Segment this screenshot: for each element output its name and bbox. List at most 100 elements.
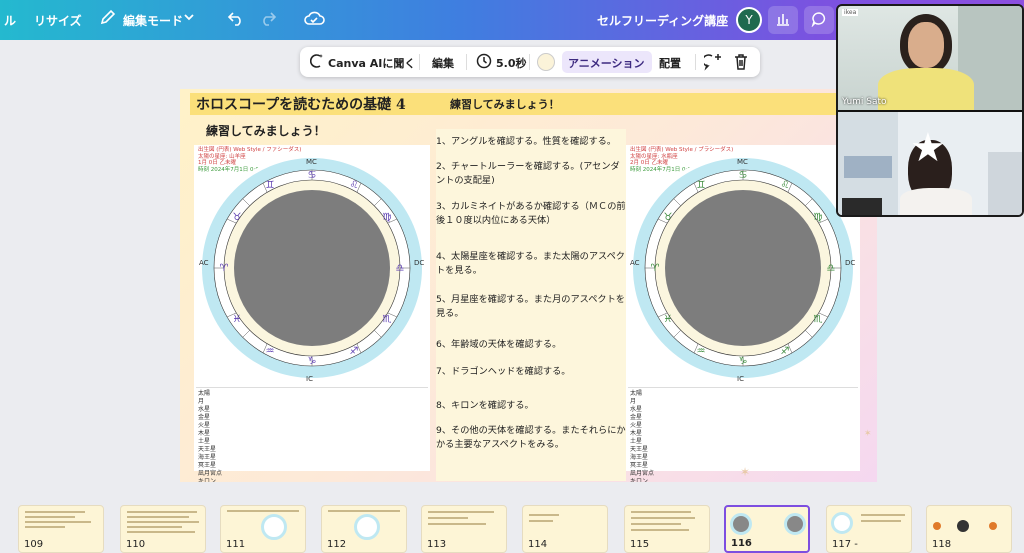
participant-name: Yumi Sato bbox=[842, 97, 887, 107]
planet-row: 金星 bbox=[198, 414, 211, 421]
step-1: 1、アングルを確認する。性質を確認する。 bbox=[436, 136, 617, 147]
svg-text:♑: ♑ bbox=[739, 356, 748, 367]
steps-panel: 1、アングルを確認する。性質を確認する。 2、チャートルーラーを確認する。(アセ… bbox=[436, 129, 626, 481]
svg-text:♏: ♏ bbox=[383, 314, 392, 325]
resize-button[interactable]: リサイズ bbox=[34, 12, 82, 29]
planet-row: 土星 bbox=[198, 438, 211, 445]
page-thumbnail[interactable]: 118 bbox=[926, 505, 1012, 553]
page-thumbnail[interactable]: 114 bbox=[522, 505, 608, 553]
planet-row: 海王星 bbox=[630, 454, 649, 461]
svg-text:♎: ♎ bbox=[396, 263, 405, 274]
chart-panel-right[interactable]: 出生図 (円表) Web Style / プラシーダス) 太陽の星座: 水瓶座 … bbox=[626, 145, 860, 482]
planet-row: 月 bbox=[198, 398, 205, 405]
page-thumbnail[interactable]: 109 bbox=[18, 505, 104, 553]
chart-panel-left[interactable]: 出生図 (円表) Web Style / ファシーダス) 太陽の星座: 山羊座 … bbox=[194, 145, 430, 482]
planet-row: 水星 bbox=[198, 406, 211, 413]
video-call-panel[interactable]: ikea Yumi Sato ★ bbox=[836, 4, 1024, 217]
page-thumbnail-selected[interactable]: 116 bbox=[724, 505, 810, 553]
mc-label-left: MC bbox=[306, 158, 317, 166]
planet-row: 海王星 bbox=[198, 454, 217, 461]
dc-label-left: DC bbox=[414, 259, 424, 267]
planet-row: 火星 bbox=[630, 422, 643, 429]
avatar[interactable]: Y bbox=[736, 7, 762, 33]
planet-row: 木星 bbox=[630, 430, 643, 437]
planet-row: 太陽 bbox=[630, 390, 643, 397]
clock-icon bbox=[476, 53, 492, 72]
svg-text:♒: ♒ bbox=[266, 346, 275, 357]
insights-button[interactable] bbox=[768, 6, 798, 34]
document-title[interactable]: セルフリーディング講座 bbox=[597, 12, 728, 29]
page-thumbnail[interactable]: 110 bbox=[120, 505, 206, 553]
page-thumbnail[interactable]: 111 bbox=[220, 505, 306, 553]
comment-button[interactable] bbox=[804, 6, 834, 34]
video-tile-host: ikea Yumi Sato bbox=[838, 6, 1022, 110]
step-4: 4、太陽星座を確認する。また太陽のアスペクトを見る。 bbox=[436, 251, 625, 276]
slide-canvas[interactable]: ホロスコープを読むための基礎 4 練習してみましょう！ 練習してみましょう！ 出… bbox=[180, 89, 877, 482]
slide-heading: 練習してみましょう！ bbox=[206, 124, 326, 138]
step-8: 8、キロンを確認する。 bbox=[436, 400, 534, 411]
duration-button[interactable]: 5.0秒 bbox=[496, 55, 527, 71]
svg-text:♉: ♉ bbox=[664, 212, 673, 223]
step-7: 7、ドラゴンヘッドを確認する。 bbox=[436, 366, 571, 377]
planet-row: 凪月宮点 bbox=[198, 470, 223, 477]
step-2: 2、チャートルーラーを確認する。(アセンダントの支配星) bbox=[436, 161, 620, 186]
svg-text:♈: ♈ bbox=[220, 263, 229, 274]
ac-label-right: AC bbox=[630, 259, 640, 267]
undo-icon[interactable] bbox=[227, 10, 245, 29]
star-mask-icon: ★ bbox=[910, 125, 946, 171]
cloud-saved-icon[interactable] bbox=[303, 9, 325, 30]
planet-row: 天王星 bbox=[630, 446, 649, 453]
animation-button[interactable]: アニメーション bbox=[568, 55, 645, 71]
video-tile-participant: ★ bbox=[838, 112, 1022, 215]
svg-text:♊: ♊ bbox=[266, 180, 275, 191]
svg-text:♉: ♉ bbox=[233, 212, 242, 223]
horoscope-wheel-left: ♋ ♌ ♍ ♎ ♏ ♐ ♑ ♒ ♓ ♈ ♉ ♊ MC IC AC DC bbox=[196, 152, 428, 384]
svg-text:♎: ♎ bbox=[827, 263, 836, 274]
svg-text:♒: ♒ bbox=[697, 346, 706, 357]
page-thumbnail[interactable]: 115 bbox=[624, 505, 710, 553]
planet-row: キロン bbox=[198, 478, 217, 482]
step-9: 9、その他の天体を確認する。またそれらにかかる主要なアスペクトをみる。 bbox=[436, 425, 626, 450]
svg-text:♐: ♐ bbox=[350, 346, 359, 357]
ic-label-right: IC bbox=[737, 375, 744, 383]
planet-row: 天王星 bbox=[198, 446, 217, 453]
comment-icon bbox=[811, 11, 827, 30]
svg-text:♊: ♊ bbox=[697, 180, 706, 191]
color-swatch-button[interactable] bbox=[537, 53, 555, 71]
slide-title: ホロスコープを読むための基礎 4 bbox=[196, 97, 406, 113]
pencil-icon bbox=[100, 9, 116, 28]
svg-text:♏: ♏ bbox=[814, 314, 823, 325]
file-menu[interactable]: ル bbox=[4, 12, 16, 29]
planet-row: 冥王星 bbox=[198, 462, 217, 469]
planet-row: 水星 bbox=[630, 406, 643, 413]
dc-label-right: DC bbox=[845, 259, 855, 267]
planet-table-right: 太陽月水星 金星 火星 木星 土星 天王星 海王星 冥王星 凪月宮点 キロン bbox=[628, 387, 858, 482]
page-thumbnail[interactable]: 113 bbox=[421, 505, 507, 553]
planet-table-left: 太陽月水星 金星 火星 木星 土星 天王星 海王星 冥王星 凪月宮点 キロン bbox=[196, 387, 428, 482]
edit-mode-button[interactable]: 編集モード bbox=[123, 12, 183, 29]
page-thumbnail[interactable]: 117 - bbox=[826, 505, 912, 553]
svg-text:♈: ♈ bbox=[651, 263, 660, 274]
bar-chart-icon bbox=[775, 12, 791, 29]
slide-title-sub: 練習してみましょう！ bbox=[450, 98, 560, 111]
redo-icon[interactable] bbox=[259, 10, 277, 29]
planet-row: 土星 bbox=[630, 438, 643, 445]
add-comment-icon[interactable] bbox=[701, 53, 722, 74]
svg-text:♍: ♍ bbox=[383, 212, 392, 223]
step-6: 6、年齢域の天体を確認する。 bbox=[436, 339, 562, 350]
context-toolbar: Canva AIに聞く 編集 5.0秒 アニメーション 配置 bbox=[300, 47, 760, 77]
svg-text:♓: ♓ bbox=[233, 314, 242, 325]
ask-canva-ai-button[interactable]: Canva AIに聞く bbox=[328, 55, 415, 71]
svg-text:♓: ♓ bbox=[664, 314, 673, 325]
trash-icon[interactable] bbox=[733, 53, 749, 74]
chevron-down-icon[interactable] bbox=[183, 11, 195, 26]
page-thumbnail[interactable]: 112 bbox=[321, 505, 407, 553]
star-decoration-icon: ✶ bbox=[864, 429, 872, 439]
svg-text:♑: ♑ bbox=[308, 356, 317, 367]
ai-sparkle-icon bbox=[309, 53, 324, 72]
arrange-button[interactable]: 配置 bbox=[659, 55, 681, 71]
star-decoration-icon: ✶ bbox=[740, 465, 751, 479]
edit-button[interactable]: 編集 bbox=[432, 55, 454, 71]
video-tag: ikea bbox=[842, 9, 859, 16]
mc-label-right: MC bbox=[737, 158, 748, 166]
